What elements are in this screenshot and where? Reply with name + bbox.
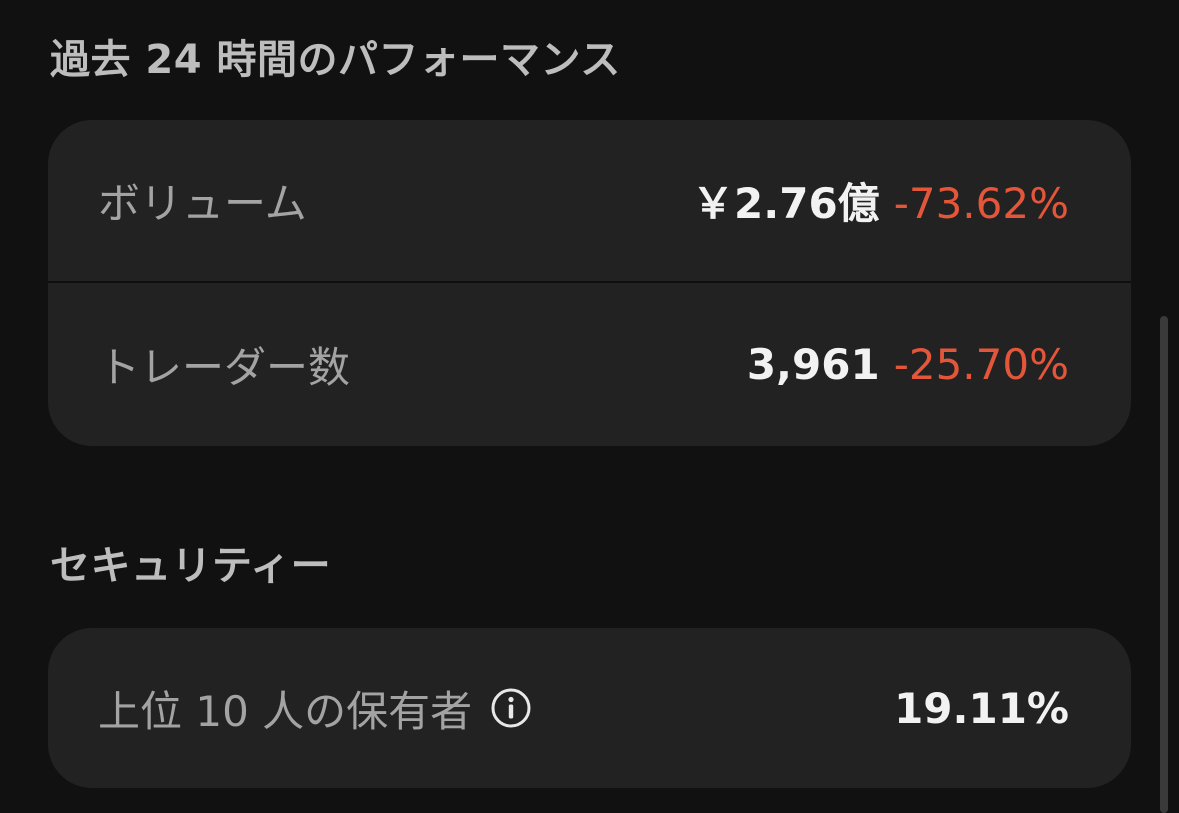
- performance-section-title: 過去 24 時間のパフォーマンス: [50, 37, 621, 83]
- top-holders-value-group: 19.11%: [894, 684, 1069, 733]
- top-holders-value: 19.11%: [894, 683, 1069, 733]
- volume-value: ￥2.76億: [692, 179, 880, 228]
- traders-value-group: 3,961 -25.70%: [747, 340, 1069, 389]
- volume-label: ボリューム: [98, 179, 307, 228]
- security-card: 上位 10 人の保有者 19.11%: [48, 628, 1131, 788]
- volume-row: ボリューム ￥2.76億 -73.62%: [48, 120, 1131, 283]
- top-holders-label-group: 上位 10 人の保有者: [98, 678, 532, 739]
- traders-row: トレーダー数 3,961 -25.70%: [48, 283, 1131, 446]
- top-holders-label: 上位 10 人の保有者: [98, 686, 473, 736]
- security-section-title: セキュリティー: [50, 543, 332, 589]
- volume-change: -73.62%: [893, 179, 1069, 228]
- scrollbar-thumb[interactable]: [1160, 316, 1168, 813]
- page: 過去 24 時間のパフォーマンス ボリューム ￥2.76億 -73.62% トレ…: [0, 0, 1179, 813]
- scrollbar[interactable]: [1160, 316, 1168, 813]
- traders-change: -25.70%: [893, 340, 1069, 389]
- info-icon[interactable]: [490, 687, 532, 729]
- traders-label: トレーダー数: [98, 343, 351, 392]
- traders-value: 3,961: [746, 340, 880, 389]
- performance-card: ボリューム ￥2.76億 -73.62% トレーダー数 3,961 -25.70…: [48, 120, 1131, 446]
- top-holders-row: 上位 10 人の保有者 19.11%: [48, 628, 1131, 788]
- volume-value-group: ￥2.76億 -73.62%: [692, 170, 1069, 231]
